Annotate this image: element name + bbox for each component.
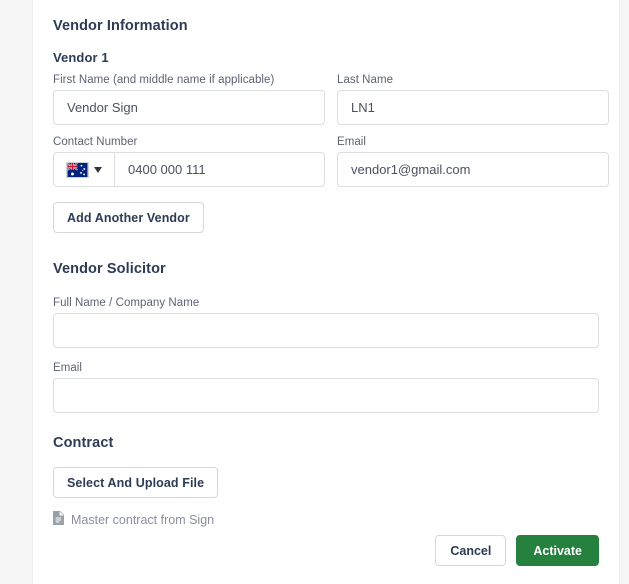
vendor-email-label: Email [337,136,367,148]
cancel-button[interactable]: Cancel [435,535,507,566]
form-footer: Cancel Activate [53,535,599,566]
uploaded-file-row: Master contract from Sign [53,511,599,528]
vendor-information-heading: Vendor Information [53,18,188,34]
solicitor-fullname-field-group: Full Name / Company Name [53,297,599,348]
last-name-field-group: Last Name [337,74,609,125]
chevron-down-icon [94,166,102,173]
page-root: Vendor Information Vendor 1 First Name (… [0,0,629,584]
vendor-email-field-group: Email [337,136,609,187]
phone-input-group [53,152,325,187]
vendor-name-row: First Name (and middle name if applicabl… [53,74,609,125]
australia-flag-icon [66,161,89,178]
contract-heading: Contract [53,435,114,451]
page-gutter-right [620,0,629,584]
uploaded-file-name: Master contract from Sign [71,512,215,527]
vendor-solicitor-heading: Vendor Solicitor [53,261,166,277]
form-card: Vendor Information Vendor 1 First Name (… [32,0,620,584]
solicitor-email-field-group: Email [53,362,599,413]
solicitor-fullname-input[interactable] [53,313,599,348]
vendor-contact-row: Contact Number 0400 000 111 Email vendor… [53,136,609,187]
last-name-label: Last Name [337,74,394,86]
solicitor-email-label: Email [53,362,83,374]
contact-number-label: Contact Number [53,136,138,148]
page-gutter-left [0,0,32,584]
activate-button[interactable]: Activate [516,535,599,566]
contact-number-field-group: Contact Number [53,136,325,187]
last-name-input[interactable] [337,90,609,125]
vendor-1-label: Vendor 1 [53,50,109,65]
document-file-icon [53,511,64,528]
select-and-upload-file-button[interactable]: Select And Upload File [53,467,219,498]
solicitor-fullname-label: Full Name / Company Name [53,297,200,309]
first-name-field-group: First Name (and middle name if applicabl… [53,74,325,125]
add-another-vendor-button[interactable]: Add Another Vendor [53,202,204,233]
first-name-input[interactable] [53,90,325,125]
contact-number-input[interactable] [114,152,325,187]
solicitor-email-input[interactable] [53,378,599,413]
vendor-email-input[interactable] [337,152,609,187]
country-code-select[interactable] [53,152,114,187]
first-name-label: First Name (and middle name if applicabl… [53,74,275,86]
